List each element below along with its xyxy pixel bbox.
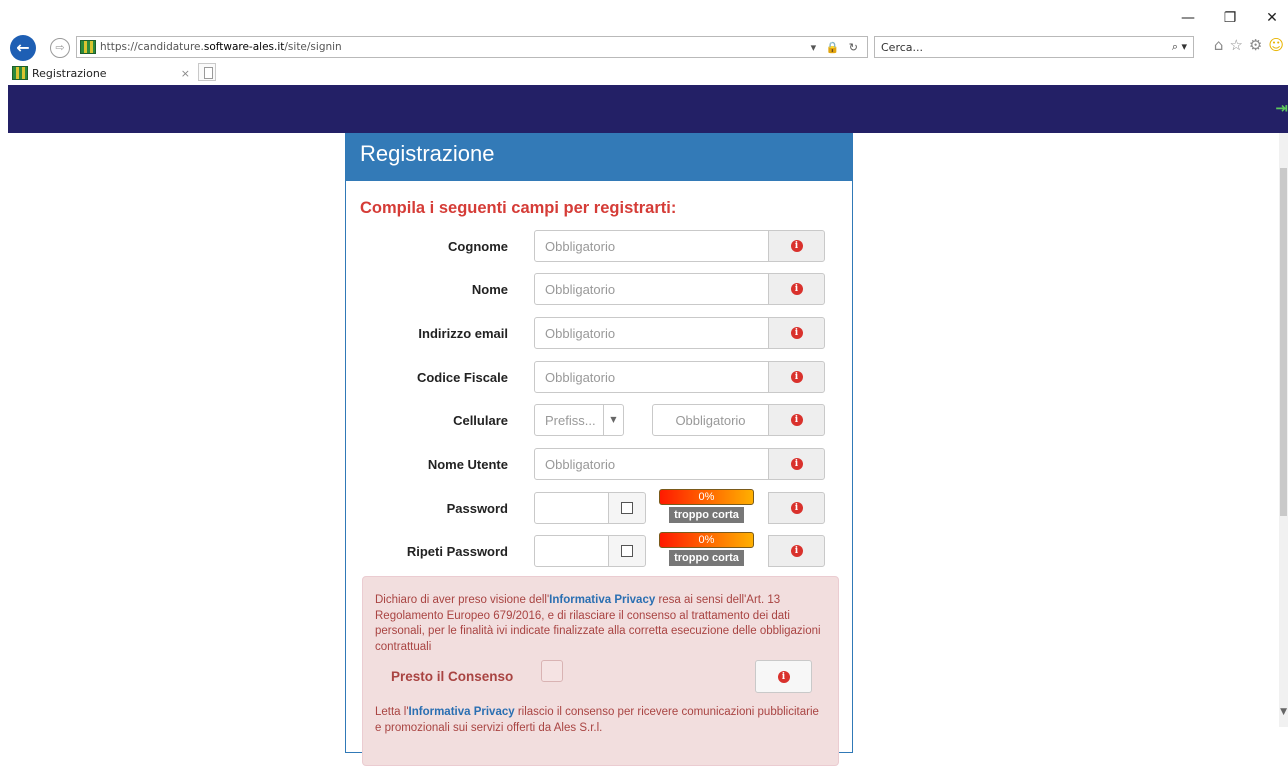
codice-fiscale-info-button[interactable]: i [768, 361, 825, 393]
nome-utente-input[interactable]: Obbligatorio [534, 448, 769, 480]
prefix-placeholder: Prefiss... [545, 413, 596, 428]
prefix-select[interactable]: Prefiss... ▼ [534, 404, 624, 436]
codice-fiscale-label: Codice Fiscale [417, 370, 508, 385]
password-input[interactable] [534, 492, 609, 524]
cellulare-input[interactable]: Obbligatorio [652, 404, 769, 436]
password-row: Password 0% troppo corta i [346, 492, 854, 526]
site-favicon-icon [80, 40, 96, 54]
email-info-button[interactable]: i [768, 317, 825, 349]
nome-utente-row: Nome Utente Obbligatorio i [346, 448, 854, 482]
email-row: Indirizzo email Obbligatorio i [346, 317, 854, 351]
privacy-alert: Dichiaro di aver preso visione dell'Info… [362, 576, 839, 766]
tab-favicon-icon [12, 66, 28, 80]
tab-close-icon[interactable]: × [181, 67, 190, 80]
ripeti-password-input[interactable] [534, 535, 609, 567]
site-navbar: ⇥ [8, 85, 1288, 133]
consent-info-button[interactable]: i [755, 660, 812, 693]
nome-row: Nome Obbligatorio i [346, 273, 854, 307]
cognome-input[interactable]: Obbligatorio [534, 230, 769, 262]
nome-utente-label: Nome Utente [428, 457, 508, 472]
info-icon: i [791, 414, 803, 426]
checkbox-icon [621, 545, 633, 557]
nome-label: Nome [472, 282, 508, 297]
show-password-toggle[interactable] [608, 492, 646, 524]
settings-gear-icon[interactable]: ⚙ [1249, 36, 1262, 54]
cognome-row: Cognome Obbligatorio i [346, 230, 854, 264]
nome-utente-info-button[interactable]: i [768, 448, 825, 480]
cellulare-row: Cellulare Prefiss... ▼ Obbligatorio i [346, 404, 854, 438]
show-ripeti-password-toggle[interactable] [608, 535, 646, 567]
search-box[interactable]: Cerca... ⌕ ▾ [874, 36, 1194, 58]
info-icon: i [791, 502, 803, 514]
marketing-consent-text: Letta l'Informativa Privacy rilascio il … [375, 705, 826, 736]
info-icon: i [791, 240, 803, 252]
home-icon[interactable]: ⌂ [1214, 36, 1224, 54]
info-icon: i [791, 458, 803, 470]
tab-registrazione[interactable]: Registrazione × [10, 63, 196, 83]
consent-row: Presto il Consenso i [375, 659, 826, 699]
email-label: Indirizzo email [418, 326, 508, 341]
forward-arrow-icon[interactable]: ⇨ [50, 38, 70, 58]
password-info-button[interactable]: i [768, 492, 825, 524]
ripeti-password-info-button[interactable]: i [768, 535, 825, 567]
address-bar[interactable]: https://candidature.software-ales.it/sit… [76, 36, 868, 58]
browser-toolbar: ⌂ ☆ ⚙ ☺ [1214, 36, 1284, 54]
chevron-down-icon[interactable]: ▼ [603, 405, 623, 435]
ripeti-password-row: Ripeti Password 0% troppo corta i [346, 535, 854, 569]
registration-panel: Registrazione Compila i seguenti campi p… [345, 133, 853, 753]
browser-chrome: — ❐ ✕ ← ⇨ https://candidature.software-a… [0, 0, 1288, 85]
panel-title: Registrazione [346, 133, 852, 181]
form-subtitle: Compila i seguenti campi per registrarti… [360, 199, 676, 218]
ripeti-password-strength-meter: 0% [659, 532, 754, 548]
info-icon: i [778, 671, 790, 683]
window-controls: — ❐ ✕ [1178, 10, 1282, 26]
cellulare-info-button[interactable]: i [768, 404, 825, 436]
codice-fiscale-input[interactable]: Obbligatorio [534, 361, 769, 393]
info-icon: i [791, 371, 803, 383]
url-text[interactable]: https://candidature.software-ales.it/sit… [100, 41, 811, 53]
restore-button[interactable]: ❐ [1220, 10, 1240, 26]
privacy-text: Dichiaro di aver preso visione dell'Info… [375, 593, 826, 655]
login-icon[interactable]: ⇥ [1275, 99, 1288, 117]
minimize-button[interactable]: — [1178, 10, 1198, 26]
close-window-button[interactable]: ✕ [1262, 10, 1282, 26]
ripeti-password-strength-label: troppo corta [669, 550, 744, 566]
codice-fiscale-row: Codice Fiscale Obbligatorio i [346, 361, 854, 395]
informativa-privacy-link[interactable]: Informativa Privacy [549, 594, 655, 606]
email-input[interactable]: Obbligatorio [534, 317, 769, 349]
scroll-down-arrow-icon[interactable]: ▼ [1280, 707, 1287, 717]
address-tools-icon[interactable]: ▾ 🔒 ↻ [811, 41, 861, 54]
scrollbar-thumb[interactable] [1280, 168, 1287, 516]
password-label: Password [447, 501, 508, 516]
cognome-label: Cognome [448, 239, 508, 254]
search-placeholder: Cerca... [881, 41, 1172, 54]
back-arrow-icon[interactable]: ← [10, 35, 36, 61]
new-tab-button[interactable] [198, 63, 216, 81]
password-strength-label: troppo corta [669, 507, 744, 523]
nome-input[interactable]: Obbligatorio [534, 273, 769, 305]
info-icon: i [791, 283, 803, 295]
tab-title: Registrazione [32, 67, 181, 80]
cellulare-label: Cellulare [453, 413, 508, 428]
favorites-star-icon[interactable]: ☆ [1229, 36, 1242, 54]
informativa-privacy-link-2[interactable]: Informativa Privacy [409, 706, 515, 718]
password-strength-meter: 0% [659, 489, 754, 505]
ripeti-password-label: Ripeti Password [407, 544, 508, 559]
checkbox-icon [621, 502, 633, 514]
nome-info-button[interactable]: i [768, 273, 825, 305]
cognome-info-button[interactable]: i [768, 230, 825, 262]
consent-checkbox[interactable] [541, 660, 563, 682]
search-icon[interactable]: ⌕ ▾ [1172, 40, 1187, 54]
consent-label: Presto il Consenso [391, 669, 513, 685]
info-icon: i [791, 545, 803, 557]
info-icon: i [791, 327, 803, 339]
feedback-smiley-icon[interactable]: ☺ [1268, 36, 1284, 54]
